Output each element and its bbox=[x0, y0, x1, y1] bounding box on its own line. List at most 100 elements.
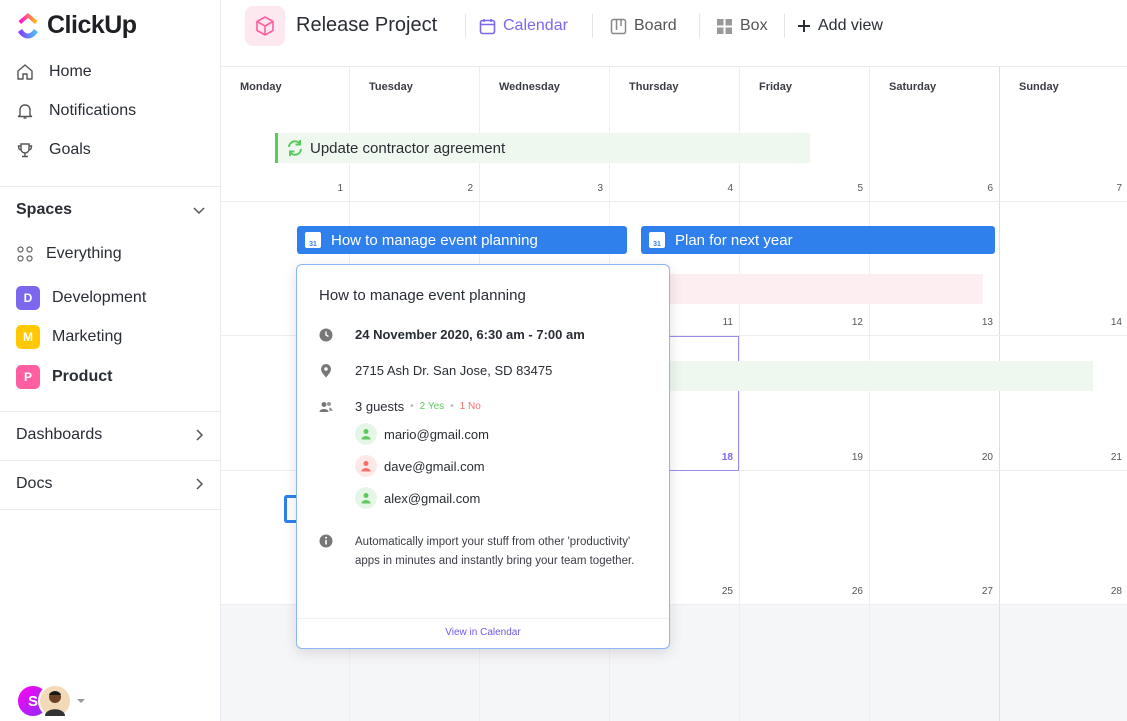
space-badge: M bbox=[16, 325, 40, 349]
event-how-to-manage-event-planning[interactable]: 31 How to manage event planning bbox=[297, 226, 627, 254]
guest-email: dave@gmail.com bbox=[384, 458, 485, 474]
person-icon bbox=[361, 461, 371, 472]
sidebar-item-label: Development bbox=[52, 289, 147, 306]
add-view-button[interactable]: Add view bbox=[797, 17, 883, 35]
sidebar-item-development[interactable]: D Development bbox=[16, 286, 146, 310]
tab-board[interactable]: Board bbox=[610, 17, 677, 35]
caret-down-icon bbox=[77, 699, 85, 703]
day-number[interactable]: 4 bbox=[703, 183, 733, 194]
bell-icon bbox=[17, 104, 33, 119]
box-grid-icon bbox=[717, 18, 732, 34]
guest-email: mario@gmail.com bbox=[384, 426, 489, 442]
spaces-label: Spaces bbox=[16, 201, 73, 218]
event-detail-popup: How to manage event planning 24 November… bbox=[296, 264, 670, 649]
grid-line bbox=[739, 67, 740, 721]
person-icon bbox=[361, 429, 371, 440]
day-number[interactable]: 28 bbox=[1092, 586, 1122, 597]
board-icon bbox=[610, 18, 627, 34]
location-pin-icon bbox=[321, 364, 331, 378]
day-number[interactable]: 3 bbox=[573, 183, 603, 194]
sidebar-item-label: Product bbox=[52, 368, 113, 385]
sidebar-item-label: Goals bbox=[49, 141, 91, 158]
guest-email: alex@gmail.com bbox=[384, 490, 481, 506]
add-view-label: Add view bbox=[818, 17, 883, 34]
day-header-monday: Monday bbox=[240, 81, 282, 93]
sidebar-item-dashboards[interactable]: Dashboards bbox=[16, 426, 206, 444]
day-number[interactable]: 6 bbox=[963, 183, 993, 194]
popup-address: 2715 Ash Dr. San Jose, SD 83475 bbox=[355, 363, 553, 378]
cube-icon bbox=[256, 16, 274, 36]
guest-item[interactable]: mario@gmail.com bbox=[355, 423, 489, 445]
logo-text: ClickUp bbox=[47, 11, 137, 39]
calendar-event-bar[interactable] bbox=[661, 361, 1093, 391]
sidebar-item-product[interactable]: P Product bbox=[16, 365, 112, 389]
day-number[interactable]: 13 bbox=[963, 317, 993, 328]
day-number[interactable]: 12 bbox=[833, 317, 863, 328]
sidebar-item-marketing[interactable]: M Marketing bbox=[16, 325, 122, 349]
tab-label: Box bbox=[740, 17, 768, 34]
view-in-calendar-link[interactable]: View in Calendar bbox=[297, 618, 669, 648]
google-calendar-icon: 31 bbox=[305, 232, 321, 248]
calendar-event-bar[interactable] bbox=[661, 274, 983, 304]
person-icon bbox=[361, 493, 371, 504]
grid-dots-icon bbox=[17, 246, 33, 262]
event-update-contractor[interactable]: Update contractor agreement bbox=[275, 133, 810, 163]
project-icon bbox=[245, 6, 285, 46]
day-number[interactable]: 2 bbox=[443, 183, 473, 194]
people-icon bbox=[319, 402, 333, 412]
event-plan-for-next-year[interactable]: 31 Plan for next year bbox=[641, 226, 995, 254]
divider bbox=[784, 14, 785, 38]
sidebar-item-label: Notifications bbox=[49, 102, 137, 119]
day-number[interactable]: 26 bbox=[833, 586, 863, 597]
day-header-thursday: Thursday bbox=[629, 81, 679, 93]
clickup-logo-icon bbox=[18, 12, 38, 38]
user-photo-avatar bbox=[38, 684, 72, 718]
grid-line bbox=[869, 67, 870, 721]
day-number[interactable]: 20 bbox=[963, 452, 993, 463]
day-number[interactable]: 14 bbox=[1092, 317, 1122, 328]
sidebar-item-notifications[interactable]: Notifications bbox=[16, 102, 136, 120]
docs-label: Docs bbox=[16, 475, 53, 492]
day-header-wednesday: Wednesday bbox=[499, 81, 560, 93]
tab-calendar[interactable]: Calendar bbox=[479, 17, 568, 35]
divider bbox=[699, 14, 700, 38]
popup-description: Automatically import your stuff from oth… bbox=[355, 536, 635, 567]
day-header-friday: Friday bbox=[759, 81, 793, 93]
day-number[interactable]: 19 bbox=[833, 452, 863, 463]
guest-avatar bbox=[355, 423, 377, 445]
chevron-down-icon bbox=[193, 207, 205, 215]
day-number[interactable]: 27 bbox=[963, 586, 993, 597]
sidebar-item-goals[interactable]: Goals bbox=[16, 141, 91, 159]
event-title: Plan for next year bbox=[675, 231, 793, 249]
popup-guests-row: 3 guests • 2 Yes • 1 No bbox=[319, 399, 481, 414]
divider bbox=[0, 411, 221, 412]
sidebar-item-home[interactable]: Home bbox=[16, 63, 92, 81]
day-number[interactable]: 21 bbox=[1092, 452, 1122, 463]
popup-location-row: 2715 Ash Dr. San Jose, SD 83475 bbox=[319, 363, 552, 378]
divider bbox=[0, 509, 221, 510]
space-badge: D bbox=[16, 286, 40, 310]
guest-item[interactable]: dave@gmail.com bbox=[355, 455, 485, 477]
tab-box[interactable]: Box bbox=[716, 17, 768, 35]
separator-dot: • bbox=[410, 401, 414, 412]
day-number[interactable]: 1 bbox=[313, 183, 343, 194]
event-title: Update contractor agreement bbox=[310, 139, 506, 157]
spaces-section-header[interactable]: Spaces bbox=[16, 201, 206, 219]
day-number[interactable]: 11 bbox=[703, 317, 733, 328]
sidebar-item-everything[interactable]: Everything bbox=[16, 245, 122, 263]
separator-dot: • bbox=[450, 401, 454, 412]
popup-description-row: Automatically import your stuff from oth… bbox=[319, 533, 645, 571]
sidebar-item-label: Home bbox=[49, 63, 92, 80]
trophy-icon bbox=[17, 143, 33, 158]
divider bbox=[465, 14, 466, 38]
user-avatars[interactable]: S bbox=[16, 684, 86, 718]
clickup-logo[interactable]: ClickUp bbox=[16, 11, 137, 40]
divider bbox=[0, 186, 221, 187]
day-number[interactable]: 7 bbox=[1092, 183, 1122, 194]
sidebar-item-docs[interactable]: Docs bbox=[16, 475, 206, 493]
guest-item[interactable]: alex@gmail.com bbox=[355, 487, 480, 509]
day-number[interactable]: 25 bbox=[703, 586, 733, 597]
guests-no-count: 1 No bbox=[459, 401, 481, 412]
space-badge: P bbox=[16, 365, 40, 389]
day-number[interactable]: 5 bbox=[833, 183, 863, 194]
